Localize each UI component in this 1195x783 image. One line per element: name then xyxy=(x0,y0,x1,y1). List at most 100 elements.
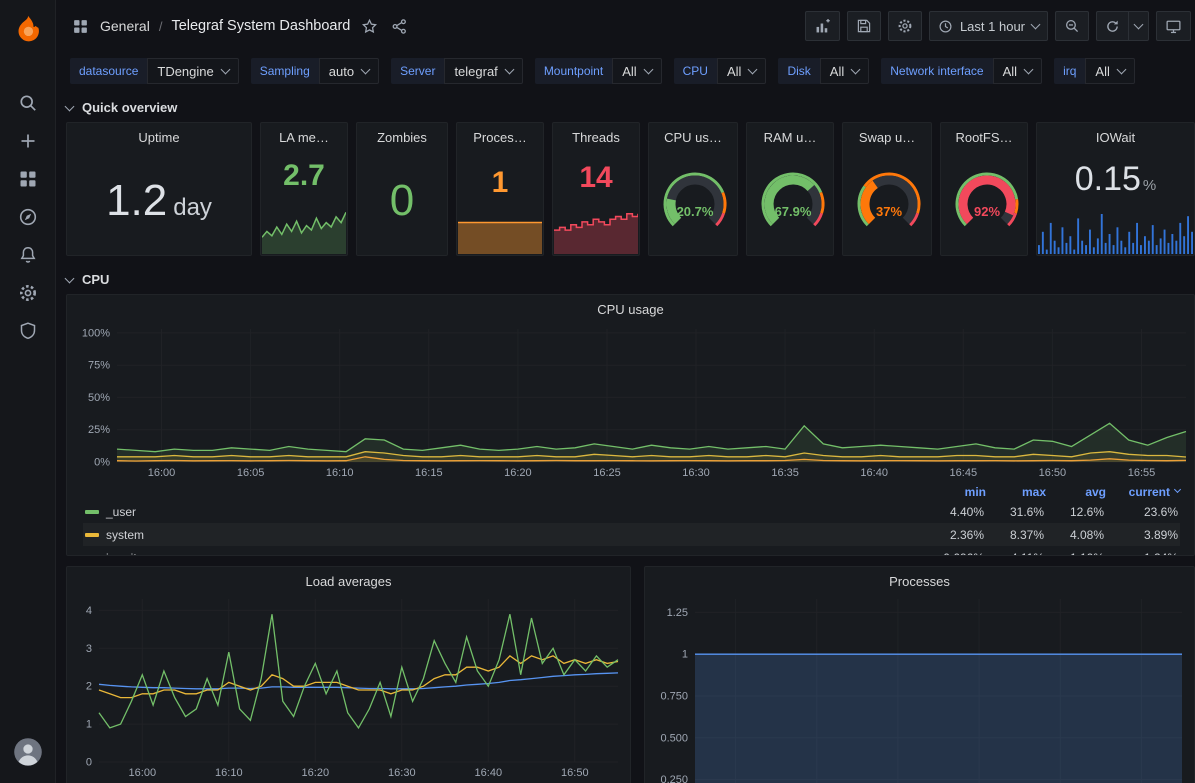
save-dashboard-button[interactable] xyxy=(847,11,881,41)
panel-title[interactable]: CPU usage xyxy=(67,295,1194,317)
sparkline xyxy=(458,220,542,254)
add-panel-button[interactable] xyxy=(805,11,840,41)
panel-zombies: Zombies 0 xyxy=(356,122,448,256)
variable-network-interface: Network interface All xyxy=(881,58,1042,84)
stat-value: 1.2 xyxy=(106,179,167,223)
legend-current: 1.24% xyxy=(1104,551,1178,557)
breadcrumb-separator: / xyxy=(159,19,163,34)
svg-text:16:25: 16:25 xyxy=(593,467,621,479)
chevron-down-icon xyxy=(643,64,653,74)
breadcrumb-folder[interactable]: General xyxy=(100,18,150,34)
variable-value-dropdown[interactable]: auto xyxy=(319,58,379,84)
configuration-gear-icon[interactable] xyxy=(8,274,48,312)
monitor-icon xyxy=(1165,18,1182,35)
svg-text:16:35: 16:35 xyxy=(771,467,799,479)
share-icon[interactable] xyxy=(389,16,410,37)
panel-title[interactable]: RAM u… xyxy=(747,123,833,145)
stat-value: 0.15 xyxy=(1075,162,1141,196)
legend-sort-min[interactable]: min xyxy=(926,485,986,499)
panel-load-averages: Load averages 16:0016:1016:2016:3016:401… xyxy=(66,566,631,783)
variable-server: Server telegraf xyxy=(391,58,523,84)
apps-grid-icon[interactable] xyxy=(70,16,91,37)
variable-value-dropdown[interactable]: All xyxy=(993,58,1042,84)
legend-sort-max[interactable]: max xyxy=(986,485,1046,499)
cpu-legend: min max avg current _user 4.40% 31. xyxy=(83,483,1180,556)
panel-cpu-usage-gauge: CPU us… 20.7% xyxy=(648,122,738,256)
panel-title[interactable]: LA me… xyxy=(261,123,347,145)
legend-row: iowait 0.696% 4.11% 1.10% 1.24% xyxy=(83,546,1180,556)
variable-value-dropdown[interactable]: telegraf xyxy=(444,58,522,84)
variable-irq: irq All xyxy=(1054,58,1135,84)
variables-row: datasource TDengine Sampling auto Server… xyxy=(56,52,1195,90)
series-swatch xyxy=(85,510,99,514)
add-panel-icon xyxy=(814,18,831,35)
variable-value-dropdown[interactable]: All xyxy=(717,58,766,84)
dashboard-body: Quick overview Uptime 1.2 day LA me… 2.7 xyxy=(56,90,1195,783)
series-swatch xyxy=(85,556,99,557)
create-icon[interactable] xyxy=(8,122,48,160)
legend-min: 2.36% xyxy=(924,528,984,542)
star-icon[interactable] xyxy=(359,16,380,37)
stat-value: 1 xyxy=(492,168,509,198)
dashboard-settings-button[interactable] xyxy=(888,11,922,41)
variable-value-dropdown[interactable]: All xyxy=(1085,58,1134,84)
variable-value-dropdown[interactable]: All xyxy=(612,58,661,84)
top-nav: General / Telegraf System Dashboard xyxy=(56,0,1195,52)
panel-uptime: Uptime 1.2 day xyxy=(66,122,252,256)
panel-title[interactable]: RootFS… xyxy=(941,123,1027,145)
breadcrumb: General / Telegraf System Dashboard xyxy=(70,16,410,37)
variable-disk: Disk All xyxy=(778,58,869,84)
cycle-view-button[interactable] xyxy=(1156,11,1191,41)
svg-text:4: 4 xyxy=(86,605,92,617)
dashboards-icon[interactable] xyxy=(8,160,48,198)
refresh-icon xyxy=(1105,19,1120,34)
panel-title[interactable]: Uptime xyxy=(67,123,251,145)
legend-sort-avg[interactable]: avg xyxy=(1046,485,1106,499)
refresh-button[interactable] xyxy=(1096,11,1128,41)
bottom-panel-row: Load averages 16:0016:1016:2016:3016:401… xyxy=(66,566,1195,783)
row-quick-overview[interactable]: Quick overview xyxy=(66,94,1195,120)
svg-text:0.250: 0.250 xyxy=(660,774,688,783)
legend-row: system 2.36% 8.37% 4.08% 3.89% xyxy=(83,523,1180,546)
legend-header: min max avg current xyxy=(83,483,1180,500)
variable-value-dropdown[interactable]: TDengine xyxy=(147,58,238,84)
settings-gear-icon xyxy=(897,18,913,34)
legend-max: 4.11% xyxy=(984,551,1044,557)
panel-title[interactable]: Swap u… xyxy=(843,123,931,145)
variable-label: irq xyxy=(1054,58,1085,84)
series-toggle[interactable]: system xyxy=(85,528,924,542)
panel-title[interactable]: IOWait xyxy=(1037,123,1194,145)
legend-sort-current[interactable]: current xyxy=(1106,485,1180,499)
series-toggle[interactable]: _user xyxy=(85,505,924,519)
user-avatar[interactable] xyxy=(8,733,48,771)
panel-title[interactable]: Zombies xyxy=(357,123,447,145)
legend-max: 31.6% xyxy=(984,505,1044,519)
row-collapse-chevron-icon xyxy=(65,273,75,283)
panel-title[interactable]: CPU us… xyxy=(649,123,737,145)
alerting-bell-icon[interactable] xyxy=(8,236,48,274)
sparkline xyxy=(262,204,346,254)
zoom-out-button[interactable] xyxy=(1055,11,1089,41)
row-cpu[interactable]: CPU xyxy=(66,266,1195,292)
search-icon[interactable] xyxy=(8,84,48,122)
panel-title[interactable]: Threads xyxy=(553,123,639,145)
grafana-logo[interactable] xyxy=(8,10,48,48)
variable-value-dropdown[interactable]: All xyxy=(820,58,869,84)
stat-unit: day xyxy=(173,180,212,222)
svg-text:92%: 92% xyxy=(974,204,1000,219)
explore-compass-icon[interactable] xyxy=(8,198,48,236)
panel-processes: Processes 0.2500.5000.75011.25 xyxy=(644,566,1195,783)
svg-text:16:50: 16:50 xyxy=(561,767,589,779)
row-title: Quick overview xyxy=(82,100,177,115)
refresh-interval-dropdown[interactable] xyxy=(1128,11,1149,41)
panel-title[interactable]: Load averages xyxy=(67,567,630,589)
panel-title[interactable]: Proces… xyxy=(457,123,543,145)
svg-text:16:50: 16:50 xyxy=(1039,467,1067,479)
svg-text:16:55: 16:55 xyxy=(1128,467,1156,479)
server-admin-shield-icon[interactable] xyxy=(8,312,48,350)
series-toggle[interactable]: iowait xyxy=(85,551,924,557)
grafana-app: General / Telegraf System Dashboard xyxy=(0,0,1195,783)
gauge: 67.9% xyxy=(747,149,833,255)
panel-title[interactable]: Processes xyxy=(645,567,1194,589)
time-range-picker[interactable]: Last 1 hour xyxy=(929,11,1048,41)
